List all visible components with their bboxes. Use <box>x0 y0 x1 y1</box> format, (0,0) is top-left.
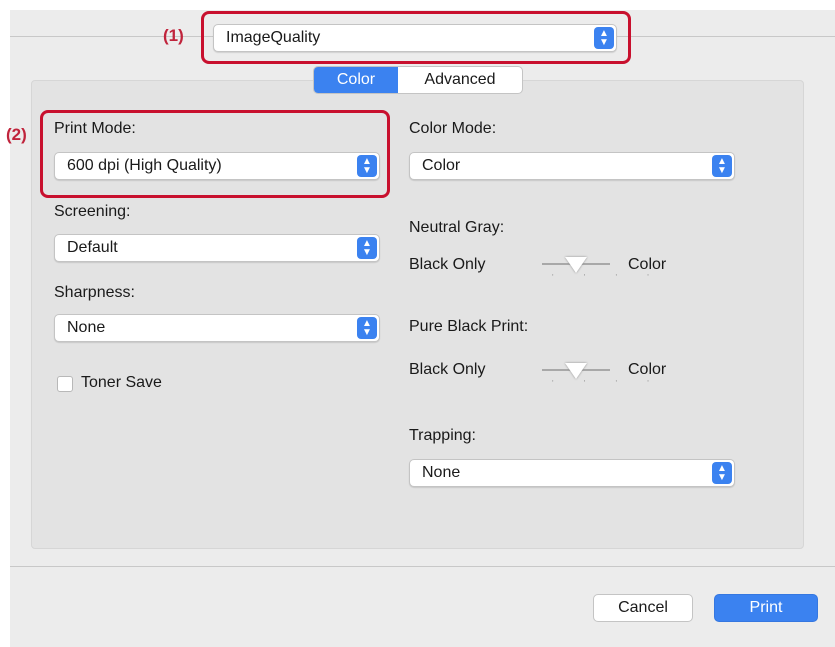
toner-save-checkbox[interactable] <box>57 376 73 392</box>
preset-popup[interactable]: ImageQuality ▲ ▼ <box>213 24 617 52</box>
screening-value: Default <box>67 239 118 256</box>
neutral-gray-label: Neutral Gray: <box>409 219 505 236</box>
sharpness-value: None <box>67 319 106 336</box>
tab-control: Color Advanced <box>313 66 523 94</box>
color-mode-value: Color <box>422 157 461 174</box>
top-edge <box>0 0 835 10</box>
pure-black-min-label: Black Only <box>409 361 486 378</box>
screening-popup[interactable]: Default ▲ ▼ <box>54 234 380 262</box>
neutral-gray-max-label: Color <box>628 256 667 273</box>
trapping-label: Trapping: <box>409 427 476 444</box>
popup-arrows-icon: ▲ ▼ <box>594 27 614 49</box>
popup-arrows-icon: ▲ ▼ <box>357 237 377 259</box>
popup-arrows-icon: ▲ ▼ <box>357 317 377 339</box>
neutral-gray-slider-knob[interactable] <box>565 257 587 273</box>
tab-color[interactable]: Color <box>314 67 398 93</box>
neutral-gray-ticks: ' ' ' ' <box>552 273 663 282</box>
toner-save-label: Toner Save <box>81 374 162 391</box>
popup-arrows-icon: ▲ ▼ <box>712 155 732 177</box>
print-mode-value: 600 dpi (High Quality) <box>67 157 222 174</box>
cancel-button[interactable]: Cancel <box>593 594 693 622</box>
trapping-value: None <box>422 464 461 481</box>
popup-arrows-icon: ▲ ▼ <box>357 155 377 177</box>
trapping-popup[interactable]: None ▲ ▼ <box>409 459 735 487</box>
screening-label: Screening: <box>54 203 131 220</box>
sharpness-label: Sharpness: <box>54 284 135 301</box>
callout-2: (2) <box>6 125 27 144</box>
print-button[interactable]: Print <box>714 594 818 622</box>
preset-popup-value: ImageQuality <box>226 29 321 46</box>
sharpness-popup[interactable]: None ▲ ▼ <box>54 314 380 342</box>
bottom-divider <box>10 566 835 567</box>
neutral-gray-min-label: Black Only <box>409 256 486 273</box>
pure-black-max-label: Color <box>628 361 667 378</box>
popup-arrows-icon: ▲ ▼ <box>712 462 732 484</box>
print-mode-label: Print Mode: <box>54 120 136 137</box>
pure-black-label: Pure Black Print: <box>409 318 529 335</box>
color-mode-popup[interactable]: Color ▲ ▼ <box>409 152 735 180</box>
callout-1: (1) <box>163 26 184 45</box>
print-mode-popup[interactable]: 600 dpi (High Quality) ▲ ▼ <box>54 152 380 180</box>
pure-black-ticks: ' ' ' ' <box>552 379 663 388</box>
tab-advanced[interactable]: Advanced <box>398 67 522 93</box>
color-mode-label: Color Mode: <box>409 120 497 137</box>
pure-black-slider-knob[interactable] <box>565 363 587 379</box>
